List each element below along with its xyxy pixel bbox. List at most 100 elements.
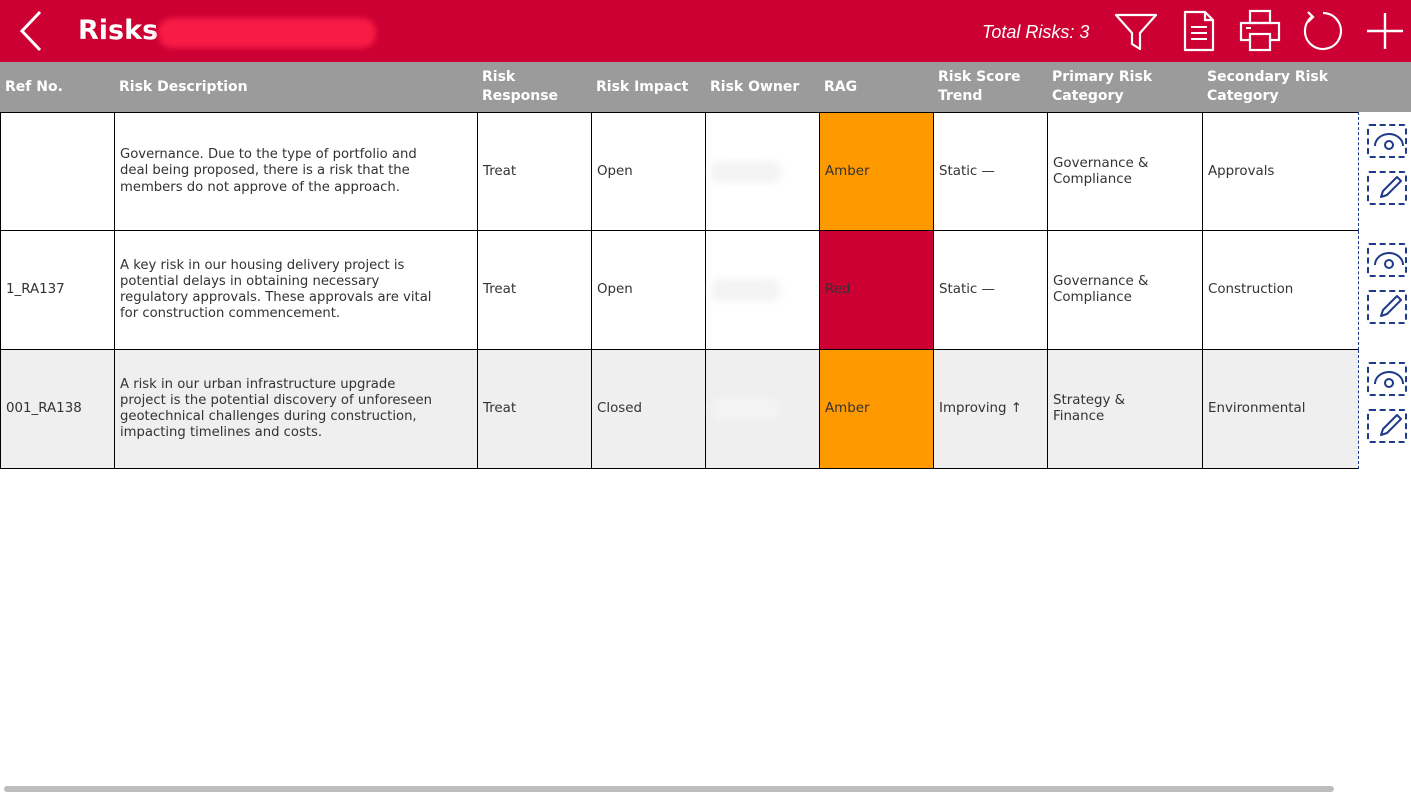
risk-impact-cell: Open xyxy=(591,113,705,230)
risk-score-trend-cell: Improving ↑ xyxy=(933,350,1047,468)
redacted-owner xyxy=(711,398,781,420)
view-icon xyxy=(1374,133,1404,150)
rag-text: Red xyxy=(825,282,851,297)
report-button[interactable] xyxy=(1176,8,1222,54)
page-title: Risks xyxy=(78,15,159,46)
risk-owner-cell xyxy=(705,231,819,349)
column-header-label: Secondary Risk Category xyxy=(1207,69,1329,104)
redacted-owner xyxy=(711,279,781,301)
risk-score-trend-text: Static — xyxy=(939,163,995,179)
edit-risk-button[interactable] xyxy=(1367,290,1407,324)
back-button[interactable] xyxy=(14,8,54,54)
app-header: Risks Total Risks: 3 xyxy=(0,0,1411,62)
column-header-primary-risk-category[interactable]: Primary Risk Category xyxy=(1047,62,1202,112)
rag-cell: Red xyxy=(819,231,933,349)
column-header-label: Primary Risk Category xyxy=(1052,69,1153,104)
risk-response-cell: Treat xyxy=(477,231,591,349)
secondary-risk-category-cell: Construction xyxy=(1202,231,1358,349)
row-actions xyxy=(1358,231,1411,350)
secondary-risk-category-text: Environmental xyxy=(1208,401,1306,416)
risk-response-text: Treat xyxy=(483,163,517,179)
rag-text: Amber xyxy=(825,401,870,416)
row-actions xyxy=(1358,112,1411,231)
edit-icon xyxy=(1380,295,1402,317)
redacted-owner xyxy=(711,160,781,183)
edit-risk-button[interactable] xyxy=(1367,409,1407,443)
risk-impact-cell: Open xyxy=(591,231,705,349)
primary-risk-category-text: Strategy & Finance xyxy=(1053,393,1126,424)
refresh-button[interactable] xyxy=(1299,8,1345,54)
column-header-label: Risk Response xyxy=(482,69,559,104)
redacted-subtitle xyxy=(158,18,376,48)
risk-description-cell: Governance. Due to the type of portfolio… xyxy=(114,113,477,230)
add-risk-button[interactable] xyxy=(1362,8,1408,54)
primary-risk-category-cell: Governance & Compliance xyxy=(1047,231,1202,349)
filter-icon xyxy=(1114,13,1158,51)
table-row[interactable]: 001_RA138 A risk in our urban infrastruct… xyxy=(0,350,1358,469)
primary-risk-category-cell: Governance & Compliance xyxy=(1047,113,1202,230)
chevron-left-icon xyxy=(19,10,42,52)
risk-impact-cell: Closed xyxy=(591,350,705,468)
ref-no-cell: 001_RA138 xyxy=(0,350,114,468)
view-risk-button[interactable] xyxy=(1367,362,1407,396)
printer-icon xyxy=(1239,9,1281,52)
risk-score-trend-text: Static — xyxy=(939,282,995,297)
risk-description-text: A risk in our urban infrastructure upgra… xyxy=(120,376,432,441)
view-icon xyxy=(1374,252,1404,269)
ref-no-cell: 1_RA137 xyxy=(0,231,114,349)
risk-impact-text: Closed xyxy=(597,401,642,416)
risk-impact-text: Open xyxy=(597,282,633,297)
column-header-risk-response[interactable]: Risk Response xyxy=(477,62,591,112)
risk-impact-text: Open xyxy=(597,163,633,179)
risk-description-text: Governance. Due to the type of portfolio… xyxy=(120,147,417,195)
edit-icon xyxy=(1380,176,1402,198)
plus-icon xyxy=(1367,13,1403,49)
edit-icon xyxy=(1380,414,1402,436)
risk-score-trend-cell: Static — xyxy=(933,113,1047,230)
view-icon xyxy=(1374,371,1404,388)
row-actions xyxy=(1358,350,1411,469)
column-header-risk-description[interactable]: Risk Description xyxy=(114,62,477,112)
column-header-risk-owner[interactable]: Risk Owner xyxy=(705,62,819,112)
column-header-risk-score-trend[interactable]: Risk Score Trend xyxy=(933,62,1047,112)
print-button[interactable] xyxy=(1237,8,1283,54)
risk-response-text: Treat xyxy=(483,401,517,416)
rag-cell: Amber xyxy=(819,113,933,230)
risk-owner-cell xyxy=(705,350,819,468)
risk-description-text: A key risk in our housing delivery proje… xyxy=(120,257,432,322)
edit-risk-button[interactable] xyxy=(1367,171,1407,205)
risk-response-cell: Treat xyxy=(477,113,591,230)
total-risks-label: Total Risks: 3 xyxy=(982,22,1090,42)
view-risk-button[interactable] xyxy=(1367,124,1407,158)
ref-no-text: 001_RA138 xyxy=(6,401,82,416)
risk-response-cell: Treat xyxy=(477,350,591,468)
refresh-icon xyxy=(1303,11,1343,51)
column-header-label: Risk Score Trend xyxy=(938,69,1021,104)
risk-owner-cell xyxy=(705,113,819,230)
risk-description-cell: A key risk in our housing delivery proje… xyxy=(114,231,477,349)
ref-no-text: 1_RA137 xyxy=(6,282,65,297)
risk-score-trend-text: Improving ↑ xyxy=(939,401,1023,416)
table-row[interactable]: 1_RA137 A key risk in our housing deliver… xyxy=(0,231,1358,350)
table-header: Ref No. Risk Description Risk Response R… xyxy=(0,62,1411,112)
document-icon xyxy=(1183,10,1215,52)
secondary-risk-category-text: Construction xyxy=(1208,282,1294,297)
secondary-risk-category-cell: Approvals xyxy=(1202,113,1358,230)
risk-response-text: Treat xyxy=(483,282,517,297)
primary-risk-category-cell: Strategy & Finance xyxy=(1047,350,1202,468)
rag-cell: Amber xyxy=(819,350,933,468)
primary-risk-category-text: Governance & Compliance xyxy=(1053,155,1149,187)
rag-text: Amber xyxy=(825,163,870,179)
secondary-risk-category-text: Approvals xyxy=(1208,163,1275,179)
risk-description-cell: A risk in our urban infrastructure upgra… xyxy=(114,350,477,468)
filter-button[interactable] xyxy=(1113,8,1159,54)
horizontal-scrollbar[interactable] xyxy=(4,786,1334,792)
table-row[interactable]: Governance. Due to the type of portfolio… xyxy=(0,112,1358,231)
view-risk-button[interactable] xyxy=(1367,243,1407,277)
column-header-rag[interactable]: RAG xyxy=(819,62,933,112)
column-header-ref-no[interactable]: Ref No. xyxy=(0,62,114,112)
column-header-risk-impact[interactable]: Risk Impact xyxy=(591,62,705,112)
secondary-risk-category-cell: Environmental xyxy=(1202,350,1358,468)
column-header-secondary-risk-category[interactable]: Secondary Risk Category xyxy=(1202,62,1358,112)
primary-risk-category-text: Governance & Compliance xyxy=(1053,274,1149,305)
